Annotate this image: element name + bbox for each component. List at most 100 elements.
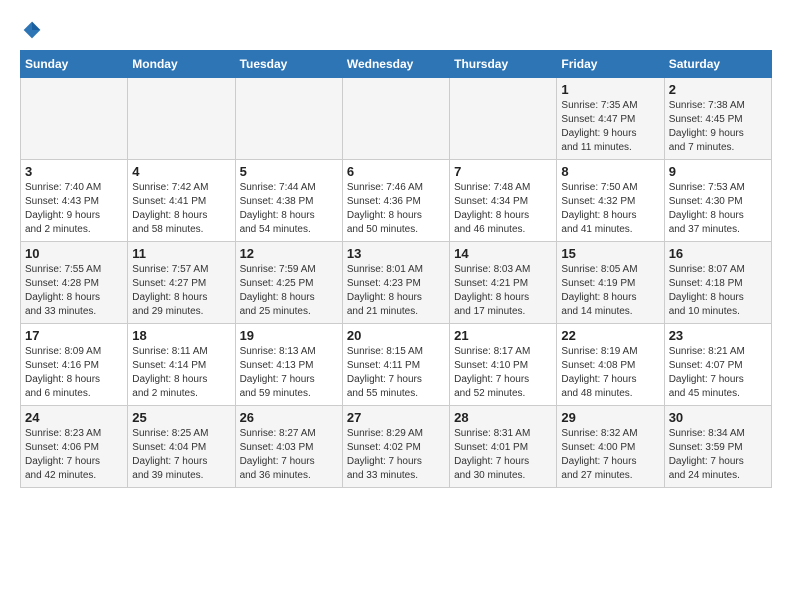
calendar-table: SundayMondayTuesdayWednesdayThursdayFrid… bbox=[20, 50, 772, 488]
day-number: 22 bbox=[561, 328, 659, 343]
calendar-cell: 12 Sunrise: 7:59 AM Sunset: 4:25 PM Dayli… bbox=[235, 242, 342, 324]
day-info: Sunrise: 8:01 AM Sunset: 4:23 PM Dayligh… bbox=[347, 263, 445, 319]
day-info: Sunrise: 8:23 AM Sunset: 4:06 PM Dayligh… bbox=[25, 427, 123, 483]
day-info: Sunrise: 8:15 AM Sunset: 4:11 PM Dayligh… bbox=[347, 345, 445, 401]
day-number: 1 bbox=[561, 82, 659, 97]
day-info: Sunrise: 7:55 AM Sunset: 4:28 PM Dayligh… bbox=[25, 263, 123, 319]
weekday-row: SundayMondayTuesdayWednesdayThursdayFrid… bbox=[21, 51, 772, 78]
calendar-cell: 7 Sunrise: 7:48 AM Sunset: 4:34 PM Daylig… bbox=[450, 160, 557, 242]
day-number: 7 bbox=[454, 164, 552, 179]
calendar-week-row: 17 Sunrise: 8:09 AM Sunset: 4:16 PM Dayli… bbox=[21, 324, 772, 406]
day-number: 18 bbox=[132, 328, 230, 343]
day-info: Sunrise: 7:53 AM Sunset: 4:30 PM Dayligh… bbox=[669, 181, 767, 237]
calendar-cell: 17 Sunrise: 8:09 AM Sunset: 4:16 PM Dayli… bbox=[21, 324, 128, 406]
day-info: Sunrise: 8:25 AM Sunset: 4:04 PM Dayligh… bbox=[132, 427, 230, 483]
calendar-cell: 16 Sunrise: 8:07 AM Sunset: 4:18 PM Dayli… bbox=[664, 242, 771, 324]
day-info: Sunrise: 8:17 AM Sunset: 4:10 PM Dayligh… bbox=[454, 345, 552, 401]
calendar-body: 1 Sunrise: 7:35 AM Sunset: 4:47 PM Daylig… bbox=[21, 78, 772, 488]
day-number: 24 bbox=[25, 410, 123, 425]
calendar-cell: 19 Sunrise: 8:13 AM Sunset: 4:13 PM Dayli… bbox=[235, 324, 342, 406]
day-info: Sunrise: 7:38 AM Sunset: 4:45 PM Dayligh… bbox=[669, 99, 767, 155]
calendar-cell: 20 Sunrise: 8:15 AM Sunset: 4:11 PM Dayli… bbox=[342, 324, 449, 406]
day-number: 17 bbox=[25, 328, 123, 343]
day-info: Sunrise: 8:09 AM Sunset: 4:16 PM Dayligh… bbox=[25, 345, 123, 401]
calendar-cell: 11 Sunrise: 7:57 AM Sunset: 4:27 PM Dayli… bbox=[128, 242, 235, 324]
day-info: Sunrise: 8:13 AM Sunset: 4:13 PM Dayligh… bbox=[240, 345, 338, 401]
weekday-header: Friday bbox=[557, 51, 664, 78]
day-number: 20 bbox=[347, 328, 445, 343]
calendar-cell: 13 Sunrise: 8:01 AM Sunset: 4:23 PM Dayli… bbox=[342, 242, 449, 324]
day-info: Sunrise: 7:44 AM Sunset: 4:38 PM Dayligh… bbox=[240, 181, 338, 237]
calendar-cell: 5 Sunrise: 7:44 AM Sunset: 4:38 PM Daylig… bbox=[235, 160, 342, 242]
day-number: 21 bbox=[454, 328, 552, 343]
calendar-cell bbox=[128, 78, 235, 160]
calendar-cell: 1 Sunrise: 7:35 AM Sunset: 4:47 PM Daylig… bbox=[557, 78, 664, 160]
day-number: 16 bbox=[669, 246, 767, 261]
calendar-cell: 22Sunrise: 8:19 AM Sunset: 4:08 PM Dayli… bbox=[557, 324, 664, 406]
day-number: 29 bbox=[561, 410, 659, 425]
calendar-cell bbox=[21, 78, 128, 160]
calendar-cell: 26 Sunrise: 8:27 AM Sunset: 4:03 PM Dayli… bbox=[235, 406, 342, 488]
calendar-cell: 2 Sunrise: 7:38 AM Sunset: 4:45 PM Daylig… bbox=[664, 78, 771, 160]
day-number: 27 bbox=[347, 410, 445, 425]
weekday-header: Tuesday bbox=[235, 51, 342, 78]
weekday-header: Wednesday bbox=[342, 51, 449, 78]
calendar-cell: 4 Sunrise: 7:42 AM Sunset: 4:41 PM Daylig… bbox=[128, 160, 235, 242]
calendar-cell bbox=[342, 78, 449, 160]
calendar-week-row: 24 Sunrise: 8:23 AM Sunset: 4:06 PM Dayli… bbox=[21, 406, 772, 488]
day-number: 28 bbox=[454, 410, 552, 425]
day-number: 4 bbox=[132, 164, 230, 179]
day-number: 5 bbox=[240, 164, 338, 179]
calendar-week-row: 10 Sunrise: 7:55 AM Sunset: 4:28 PM Dayli… bbox=[21, 242, 772, 324]
day-info: Sunrise: 8:05 AM Sunset: 4:19 PM Dayligh… bbox=[561, 263, 659, 319]
day-info: Sunrise: 7:57 AM Sunset: 4:27 PM Dayligh… bbox=[132, 263, 230, 319]
day-number: 19 bbox=[240, 328, 338, 343]
day-info: Sunrise: 8:27 AM Sunset: 4:03 PM Dayligh… bbox=[240, 427, 338, 483]
calendar-week-row: 3 Sunrise: 7:40 AM Sunset: 4:43 PM Daylig… bbox=[21, 160, 772, 242]
calendar-cell: 28 Sunrise: 8:31 AM Sunset: 4:01 PM Dayli… bbox=[450, 406, 557, 488]
calendar-week-row: 1 Sunrise: 7:35 AM Sunset: 4:47 PM Daylig… bbox=[21, 78, 772, 160]
day-number: 26 bbox=[240, 410, 338, 425]
weekday-header: Saturday bbox=[664, 51, 771, 78]
day-number: 30 bbox=[669, 410, 767, 425]
day-info: Sunrise: 7:46 AM Sunset: 4:36 PM Dayligh… bbox=[347, 181, 445, 237]
day-number: 8 bbox=[561, 164, 659, 179]
day-number: 13 bbox=[347, 246, 445, 261]
page-header bbox=[20, 20, 772, 40]
day-info: Sunrise: 7:50 AM Sunset: 4:32 PM Dayligh… bbox=[561, 181, 659, 237]
day-number: 12 bbox=[240, 246, 338, 261]
day-number: 10 bbox=[25, 246, 123, 261]
calendar-cell: 18Sunrise: 8:11 AM Sunset: 4:14 PM Dayli… bbox=[128, 324, 235, 406]
calendar-cell: 10 Sunrise: 7:55 AM Sunset: 4:28 PM Dayli… bbox=[21, 242, 128, 324]
calendar-cell: 27 Sunrise: 8:29 AM Sunset: 4:02 PM Dayli… bbox=[342, 406, 449, 488]
calendar-cell: 30 Sunrise: 8:34 AM Sunset: 3:59 PM Dayli… bbox=[664, 406, 771, 488]
day-number: 25 bbox=[132, 410, 230, 425]
day-info: Sunrise: 7:42 AM Sunset: 4:41 PM Dayligh… bbox=[132, 181, 230, 237]
weekday-header: Sunday bbox=[21, 51, 128, 78]
day-info: Sunrise: 8:34 AM Sunset: 3:59 PM Dayligh… bbox=[669, 427, 767, 483]
calendar-cell: 15Sunrise: 8:05 AM Sunset: 4:19 PM Dayli… bbox=[557, 242, 664, 324]
calendar-cell bbox=[450, 78, 557, 160]
day-info: Sunrise: 8:31 AM Sunset: 4:01 PM Dayligh… bbox=[454, 427, 552, 483]
day-info: Sunrise: 8:21 AM Sunset: 4:07 PM Dayligh… bbox=[669, 345, 767, 401]
calendar-cell: 8 Sunrise: 7:50 AM Sunset: 4:32 PM Daylig… bbox=[557, 160, 664, 242]
day-number: 3 bbox=[25, 164, 123, 179]
weekday-header: Thursday bbox=[450, 51, 557, 78]
day-info: Sunrise: 8:07 AM Sunset: 4:18 PM Dayligh… bbox=[669, 263, 767, 319]
day-info: Sunrise: 7:40 AM Sunset: 4:43 PM Dayligh… bbox=[25, 181, 123, 237]
day-number: 6 bbox=[347, 164, 445, 179]
day-info: Sunrise: 8:29 AM Sunset: 4:02 PM Dayligh… bbox=[347, 427, 445, 483]
calendar-cell: 14 Sunrise: 8:03 AM Sunset: 4:21 PM Dayli… bbox=[450, 242, 557, 324]
day-info: Sunrise: 8:32 AM Sunset: 4:00 PM Dayligh… bbox=[561, 427, 659, 483]
day-info: Sunrise: 7:48 AM Sunset: 4:34 PM Dayligh… bbox=[454, 181, 552, 237]
day-number: 14 bbox=[454, 246, 552, 261]
day-number: 2 bbox=[669, 82, 767, 97]
day-info: Sunrise: 7:35 AM Sunset: 4:47 PM Dayligh… bbox=[561, 99, 659, 155]
day-info: Sunrise: 8:03 AM Sunset: 4:21 PM Dayligh… bbox=[454, 263, 552, 319]
day-info: Sunrise: 7:59 AM Sunset: 4:25 PM Dayligh… bbox=[240, 263, 338, 319]
day-number: 11 bbox=[132, 246, 230, 261]
calendar-header: SundayMondayTuesdayWednesdayThursdayFrid… bbox=[21, 51, 772, 78]
calendar-cell: 24 Sunrise: 8:23 AM Sunset: 4:06 PM Dayli… bbox=[21, 406, 128, 488]
calendar-cell: 9Sunrise: 7:53 AM Sunset: 4:30 PM Daylig… bbox=[664, 160, 771, 242]
calendar-cell: 23Sunrise: 8:21 AM Sunset: 4:07 PM Dayli… bbox=[664, 324, 771, 406]
